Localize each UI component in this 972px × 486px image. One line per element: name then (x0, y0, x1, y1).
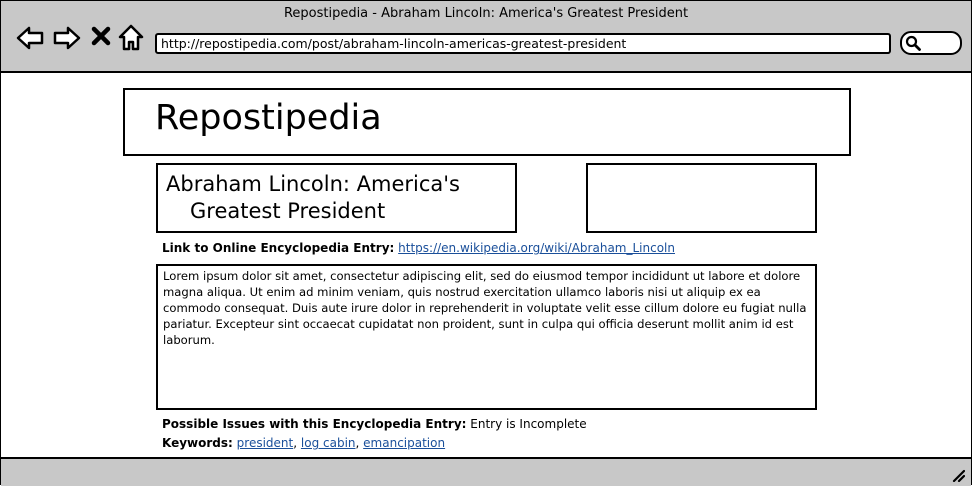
article-title-line-2: Greatest President (190, 199, 386, 223)
window-title: Repostipedia - Abraham Lincoln: America'… (283, 6, 689, 21)
encyclopedia-link-label: Link to Online Encyclopedia Entry: (162, 241, 395, 255)
home-icon[interactable] (117, 24, 145, 52)
article-body-text: Lorem ipsum dolor sit amet, consectetur … (163, 269, 807, 347)
search-icon (905, 35, 921, 51)
issues-value: Entry is Incomplete (470, 417, 587, 431)
browser-search-field[interactable] (900, 31, 962, 55)
keyword-separator: , (355, 436, 360, 450)
keyword-link-emancipation[interactable]: emancipation (363, 436, 445, 450)
encyclopedia-link-row: Link to Online Encyclopedia Entry: https… (162, 240, 675, 256)
url-bar[interactable]: http://repostipedia.com/post/abraham-lin… (155, 33, 891, 54)
site-header: Repostipedia (123, 88, 851, 156)
keywords-label: Keywords: (162, 436, 233, 450)
keyword-separator: , (293, 436, 298, 450)
encyclopedia-link[interactable]: https://en.wikipedia.org/wiki/Abraham_Li… (398, 241, 675, 255)
forward-arrow-icon[interactable] (53, 24, 81, 52)
issues-row: Possible Issues with this Encyclopedia E… (162, 416, 587, 432)
keyword-link-log-cabin[interactable]: log cabin (301, 436, 356, 450)
article-body-box: Lorem ipsum dolor sit amet, consectetur … (156, 264, 817, 410)
site-title: Repostipedia (155, 98, 382, 138)
article-title: Abraham Lincoln: America's Greatest Pres… (166, 171, 496, 225)
close-x-icon[interactable] (90, 25, 112, 47)
keyword-link-president[interactable]: president (237, 436, 294, 450)
browser-toolbar: Repostipedia - Abraham Lincoln: America'… (1, 1, 971, 73)
back-arrow-icon[interactable] (16, 24, 44, 52)
resize-grip-icon[interactable] (951, 468, 965, 482)
status-bar (1, 457, 971, 486)
issues-label: Possible Issues with this Encyclopedia E… (162, 417, 467, 431)
article-title-line-1: Abraham Lincoln: America's (166, 172, 460, 196)
keywords-row: Keywords: president, log cabin, emancipa… (162, 435, 445, 451)
image-placeholder (586, 163, 817, 233)
article-title-box: Abraham Lincoln: America's Greatest Pres… (156, 163, 517, 233)
